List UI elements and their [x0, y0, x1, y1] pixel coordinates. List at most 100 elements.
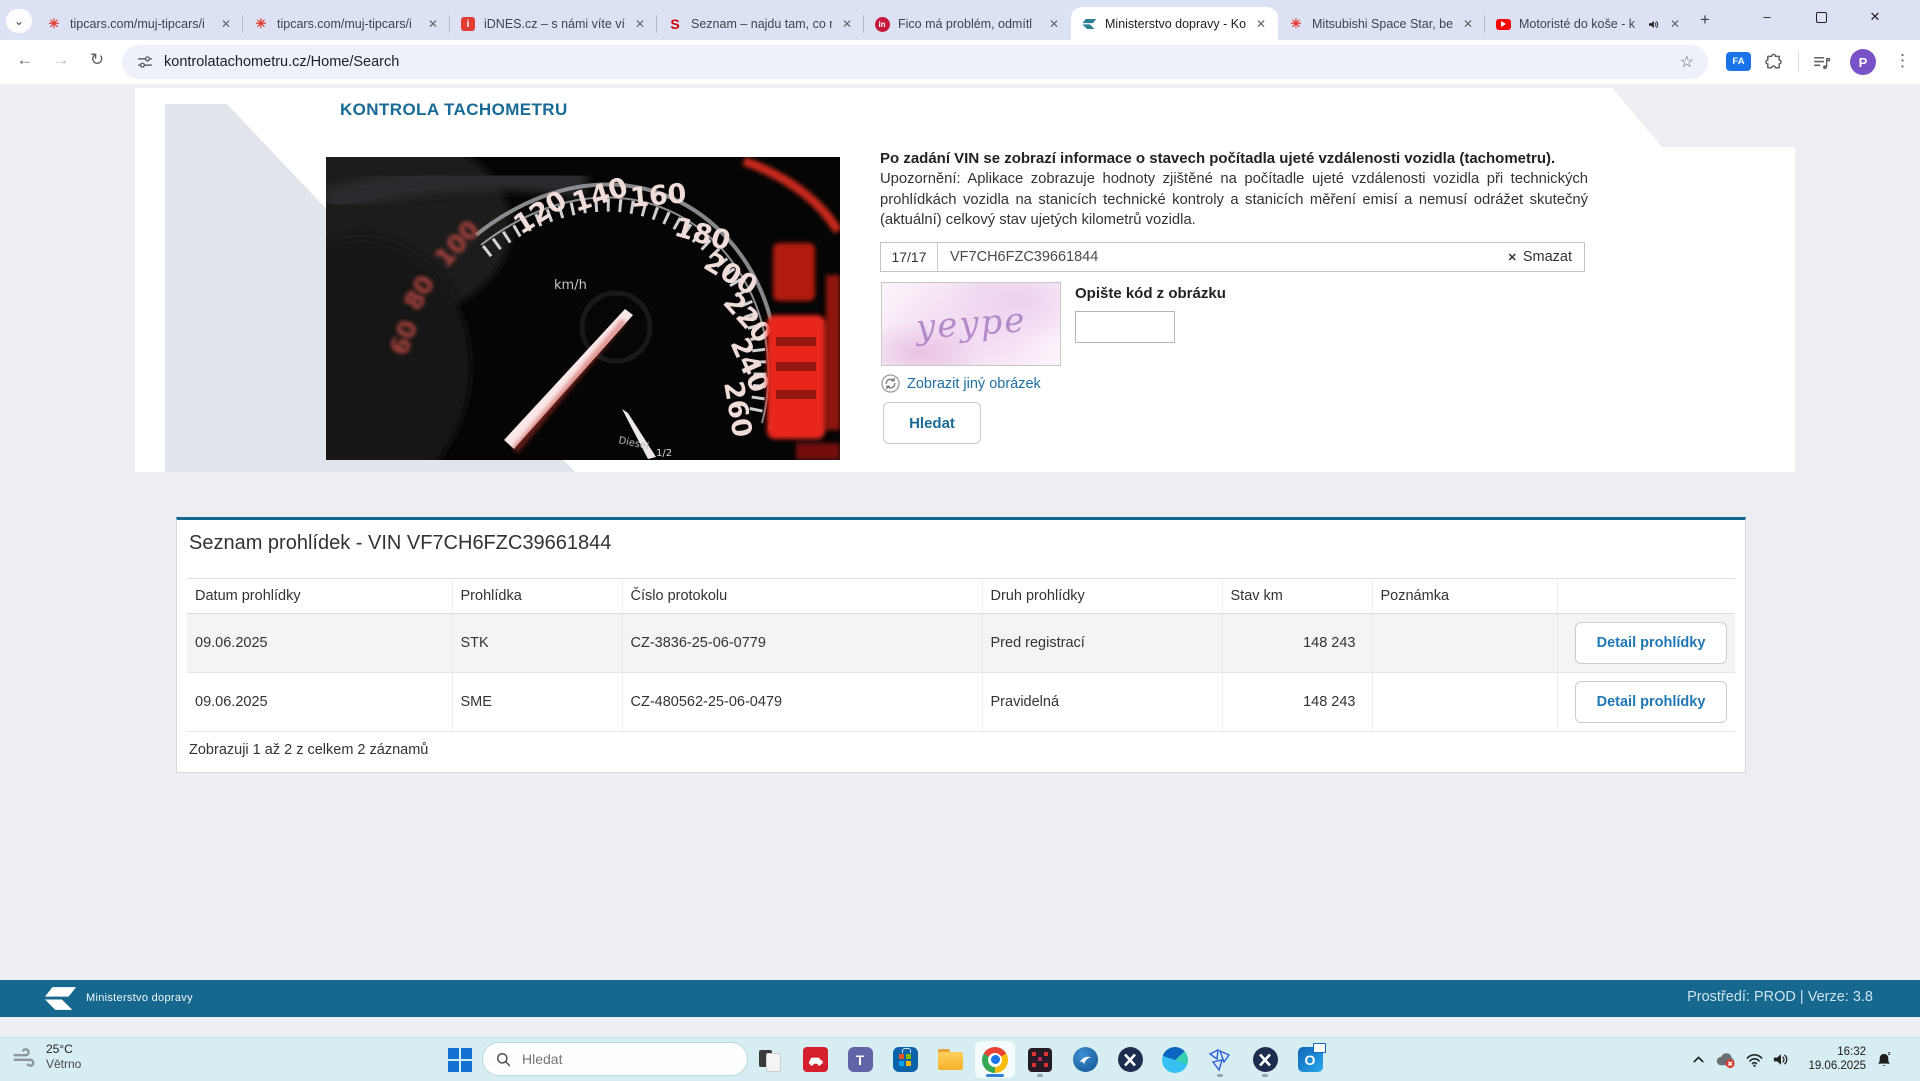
- taskbar-search-input[interactable]: [520, 1050, 714, 1068]
- tab-search-button[interactable]: ⌄: [6, 9, 32, 33]
- detail-button[interactable]: Detail prohlídky: [1575, 681, 1727, 723]
- profile-button[interactable]: P: [1850, 49, 1876, 75]
- taskbar-app-tipcars[interactable]: [795, 1041, 835, 1078]
- forward-button[interactable]: →: [48, 50, 74, 70]
- tray-wifi[interactable]: [1742, 1038, 1766, 1081]
- tray-clock[interactable]: 16:32 19.06.2025: [1800, 1045, 1866, 1073]
- site-footer: Ministerstvo dopravy Prostředí: PROD | V…: [0, 980, 1920, 1017]
- tab-ministerstvo-active[interactable]: Ministerstvo dopravy - Ko ✕: [1071, 7, 1278, 40]
- tipcars-favicon: ✳: [48, 16, 60, 31]
- taskbar-app-openoffice[interactable]: [1065, 1041, 1105, 1078]
- clear-vin-button[interactable]: ✕ Smazat: [1496, 249, 1584, 265]
- captcha-code: yeype: [914, 300, 1028, 348]
- tray-onedrive[interactable]: [1712, 1038, 1738, 1081]
- tab-close-icon[interactable]: ✕: [633, 17, 647, 31]
- media-controls-button[interactable]: [1812, 53, 1831, 72]
- tab-close-icon[interactable]: ✕: [426, 17, 440, 31]
- fa-extension-badge[interactable]: FA: [1726, 52, 1751, 71]
- tab-title: Motoristé do koše - k: [1519, 17, 1636, 31]
- cell-protocol: CZ-480562-25-06-0479: [622, 672, 983, 732]
- environment-version-label: Prostředí: PROD | Verze: 3.8: [1687, 989, 1873, 1005]
- microsoft-store-icon: [892, 1047, 918, 1072]
- results-summary: Zobrazuji 1 až 2 z celkem 2 záznamů: [189, 742, 429, 758]
- url-text[interactable]: kontrolatachometru.cz/Home/Search: [164, 54, 1670, 70]
- cell-kind: Pred registrací: [982, 613, 1223, 673]
- col-stav-km: Stav km: [1222, 578, 1373, 614]
- captcha-image: yeype: [881, 282, 1061, 366]
- cell-km: 148 243: [1222, 613, 1373, 673]
- vin-input[interactable]: [938, 249, 1496, 265]
- tab-tipcars-2[interactable]: ✳ tipcars.com/muj-tipcars/i ✕: [243, 8, 450, 40]
- taskbar-app-teams[interactable]: T: [840, 1041, 880, 1078]
- tipcars-favicon: ✳: [255, 16, 267, 31]
- taskbar-app-edge[interactable]: [1155, 1041, 1195, 1078]
- tray-notifications[interactable]: [1872, 1038, 1896, 1081]
- tab-close-icon[interactable]: ✕: [1047, 17, 1061, 31]
- cell-protocol: CZ-3836-25-06-0779: [622, 613, 983, 673]
- tab-idnes[interactable]: i iDNES.cz – s námi víte víc ✕: [450, 8, 657, 40]
- tab-close-icon[interactable]: ✕: [219, 17, 233, 31]
- site-info-icon[interactable]: [136, 53, 154, 71]
- seznam-favicon: S: [670, 16, 680, 32]
- tab-audio-icon[interactable]: [1647, 18, 1660, 31]
- reload-button[interactable]: ↻: [84, 50, 110, 70]
- taskbar-app-x-circle-2[interactable]: [1245, 1041, 1285, 1078]
- in-favicon: in: [874, 16, 890, 32]
- bookmark-star-icon[interactable]: ☆: [1680, 52, 1694, 72]
- new-tab-button[interactable]: +: [1700, 10, 1710, 30]
- taskbar-app-chrome[interactable]: [975, 1041, 1015, 1078]
- captcha-input[interactable]: [1075, 311, 1175, 343]
- tray-chevron-up[interactable]: [1686, 1038, 1710, 1081]
- back-button[interactable]: ←: [12, 50, 38, 70]
- tab-seznam[interactable]: S Seznam – najdu tam, co n ✕: [657, 8, 864, 40]
- taskbar-app-store[interactable]: [885, 1041, 925, 1078]
- extensions-button[interactable]: [1764, 53, 1783, 72]
- window-close-button[interactable]: ✕: [1860, 9, 1890, 25]
- cell-km: 148 243: [1222, 672, 1373, 732]
- tab-title: Fico má problém, odmítl: [898, 17, 1033, 31]
- taskbar-app-x-circle-1[interactable]: [1110, 1041, 1150, 1078]
- tab-close-icon[interactable]: ✕: [840, 17, 854, 31]
- file-explorer-icon: [937, 1049, 963, 1070]
- tab-mitsubishi[interactable]: ✳ Mitsubishi Space Star, be ✕: [1278, 8, 1485, 40]
- col-poznamka: Poznámka: [1372, 578, 1558, 614]
- teams-icon: T: [847, 1047, 873, 1072]
- cell-date: 09.06.2025: [187, 613, 453, 673]
- windows-logo-icon: [448, 1048, 459, 1059]
- window-minimize-button[interactable]: –: [1752, 9, 1782, 24]
- blue-shards-icon: [1208, 1048, 1231, 1072]
- window-maximize-button[interactable]: [1806, 11, 1836, 26]
- taskbar-app-file-explorer[interactable]: [930, 1041, 970, 1078]
- start-button[interactable]: [448, 1048, 472, 1072]
- screen: { "browser": { "tab_search_glyph": "⌄", …: [0, 0, 1920, 1081]
- taskbar-app-outlook[interactable]: O: [1290, 1041, 1330, 1078]
- tab-close-icon[interactable]: ✕: [1461, 17, 1475, 31]
- tab-title: Mitsubishi Space Star, be: [1312, 17, 1453, 31]
- taskbar-app-blue-shards[interactable]: [1200, 1041, 1240, 1078]
- detail-button[interactable]: Detail prohlídky: [1575, 622, 1727, 664]
- tab-tipcars-1[interactable]: ✳ tipcars.com/muj-tipcars/i ✕: [36, 8, 243, 40]
- taskbar-app-pixel-game[interactable]: [1020, 1041, 1060, 1078]
- weather-widget[interactable]: 25°C Větrno: [12, 1042, 81, 1072]
- search-icon: [495, 1051, 512, 1068]
- tab-title: tipcars.com/muj-tipcars/i: [277, 17, 412, 31]
- ministry-favicon: [1081, 16, 1097, 32]
- refresh-captcha-link[interactable]: Zobrazit jiný obrázek: [881, 374, 1041, 393]
- tab-close-icon[interactable]: ✕: [1254, 17, 1268, 31]
- tab-fico[interactable]: in Fico má problém, odmítl ✕: [864, 8, 1071, 40]
- tab-youtube[interactable]: Motoristé do koše - k ✕: [1485, 8, 1692, 40]
- cell-note: [1372, 672, 1558, 732]
- tab-close-icon[interactable]: ✕: [1668, 17, 1682, 31]
- taskbar-search[interactable]: [482, 1042, 748, 1076]
- search-button[interactable]: Hledat: [883, 402, 981, 444]
- avatar: P: [1850, 49, 1876, 75]
- speaker-icon: [1771, 1050, 1790, 1069]
- wind-icon: [12, 1046, 38, 1069]
- svg-text:160: 160: [629, 178, 688, 214]
- address-bar[interactable]: kontrolatachometru.cz/Home/Search ☆: [122, 45, 1708, 79]
- tray-volume[interactable]: [1768, 1038, 1792, 1081]
- fa-extension-icon: FA: [1726, 52, 1751, 71]
- vin-counter: 17/17: [881, 243, 938, 271]
- taskbar-app-stacked-windows[interactable]: [750, 1041, 790, 1078]
- browser-menu-button[interactable]: ⋮: [1894, 51, 1911, 71]
